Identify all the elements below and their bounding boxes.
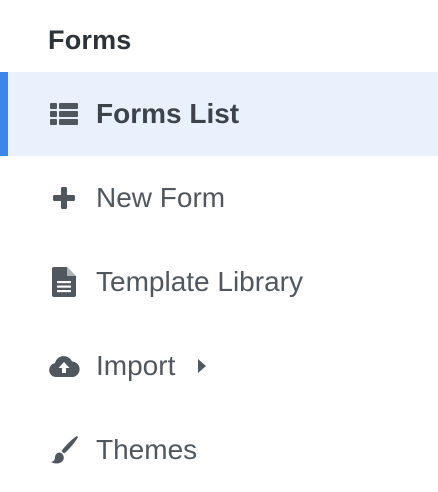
document-icon bbox=[48, 266, 80, 298]
menu-item-new-form[interactable]: New Form bbox=[0, 156, 438, 240]
menu-item-themes[interactable]: Themes bbox=[0, 408, 438, 492]
list-icon bbox=[48, 98, 80, 130]
menu-item-label: Import bbox=[96, 350, 176, 381]
section-title: Forms bbox=[48, 25, 132, 55]
paintbrush-icon bbox=[48, 434, 80, 466]
cloud-upload-icon bbox=[48, 350, 80, 382]
caret-right-icon bbox=[197, 356, 211, 376]
forms-menu: Forms List New Form Template Library Imp… bbox=[0, 72, 438, 492]
menu-item-label: Forms List bbox=[96, 98, 240, 129]
menu-item-import[interactable]: Import bbox=[0, 324, 438, 408]
menu-item-label: Template Library bbox=[96, 266, 303, 297]
plus-icon bbox=[48, 182, 80, 214]
menu-item-label: New Form bbox=[96, 182, 226, 213]
menu-item-label: Themes bbox=[96, 434, 198, 465]
menu-item-template-library[interactable]: Template Library bbox=[0, 240, 438, 324]
menu-item-forms-list[interactable]: Forms List bbox=[0, 72, 438, 156]
